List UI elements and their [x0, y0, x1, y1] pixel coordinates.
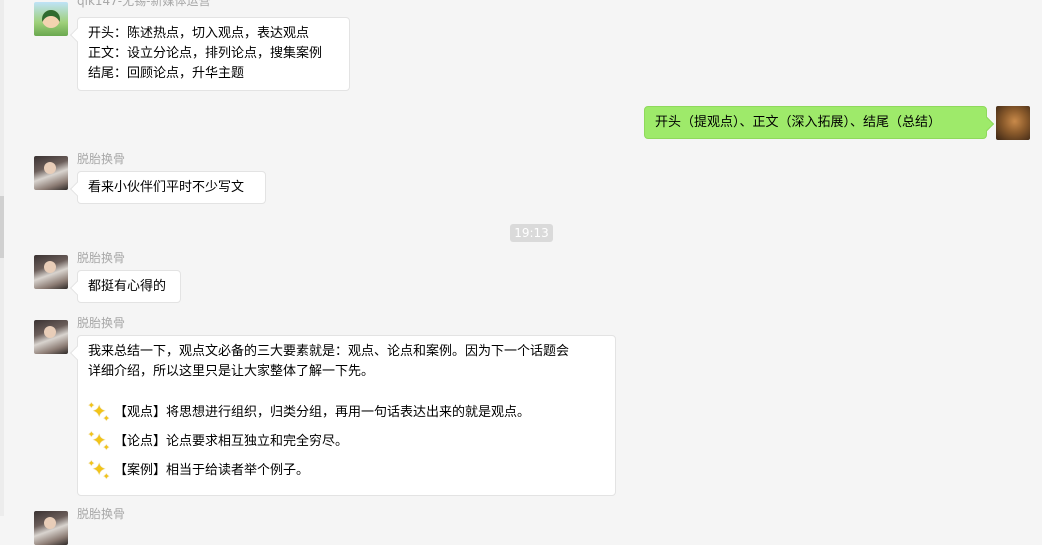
point-text: 【观点】将思想进行组织，归类分组，再用一句话表达出来的就是观点。 — [114, 404, 531, 420]
sender-name: 脱胎换骨 — [77, 251, 126, 265]
point-text: 【论点】论点要求相互独立和完全穷尽。 — [114, 433, 349, 449]
avatar-tuotaihuangu[interactable] — [34, 255, 68, 289]
message-line: 详细介绍，所以这里只是让大家整体了解一下先。 — [88, 364, 375, 379]
sparkles-icon: ✦ ✦ ✦ — [88, 458, 110, 481]
message-line: 正文：设立分论点，排列论点，搜集案例 — [88, 46, 323, 61]
message-line: 结尾：回顾论点，升华主题 — [88, 66, 245, 81]
message-text: 看来小伙伴们平时不少写文 — [88, 180, 245, 195]
message-line: 开头：陈述热点，切入观点，表达观点 — [88, 26, 310, 41]
sparkles-icon: ✦ ✦ ✦ — [88, 400, 110, 423]
timestamp-divider: 19:13 — [510, 224, 553, 242]
sender-name: 脱胎换骨 — [77, 316, 126, 330]
summary-point: ✦ ✦ ✦ 【论点】论点要求相互独立和完全穷尽。 — [88, 427, 605, 456]
sender-name: 脱胎换骨 — [77, 152, 126, 166]
sender-name: 脱胎换骨 — [77, 507, 126, 521]
message-bubble[interactable]: 看来小伙伴们平时不少写文 — [77, 171, 266, 204]
message-bubble[interactable]: 开头：陈述热点，切入观点，表达观点 正文：设立分论点，排列论点，搜集案例 结尾：… — [77, 17, 350, 91]
avatar-self[interactable] — [996, 106, 1030, 140]
message-text: 开头（提观点）、正文（深入拓展）、结尾（总结） — [655, 115, 942, 130]
message-bubble-self[interactable]: 开头（提观点）、正文（深入拓展）、结尾（总结） — [644, 106, 987, 139]
scrollbar-thumb[interactable] — [0, 196, 4, 258]
summary-point: ✦ ✦ ✦ 【案例】相当于给读者举个例子。 — [88, 456, 605, 485]
avatar-tuotaihuangu[interactable] — [34, 156, 68, 190]
message-text: 都挺有心得的 — [88, 279, 167, 294]
scrollbar-track[interactable] — [0, 0, 4, 516]
message-bubble[interactable]: 都挺有心得的 — [77, 270, 181, 303]
message-bubble[interactable]: 我来总结一下，观点文必备的三大要素就是：观点、论点和案例。因为下一个话题会 详细… — [77, 335, 616, 496]
avatar-tuotaihuangu[interactable] — [34, 511, 68, 545]
sparkles-icon: ✦ ✦ ✦ — [88, 429, 110, 452]
avatar-tuotaihuangu[interactable] — [34, 320, 68, 354]
message-line: 我来总结一下，观点文必备的三大要素就是：观点、论点和案例。因为下一个话题会 — [88, 344, 570, 359]
point-text: 【案例】相当于给读者举个例子。 — [114, 462, 310, 478]
summary-point: ✦ ✦ ✦ 【观点】将思想进行组织，归类分组，再用一句话表达出来的就是观点。 — [88, 398, 605, 427]
sender-name: qlk147-无锡-新媒体运营 — [77, 0, 211, 8]
avatar-qlk147[interactable] — [34, 2, 68, 36]
